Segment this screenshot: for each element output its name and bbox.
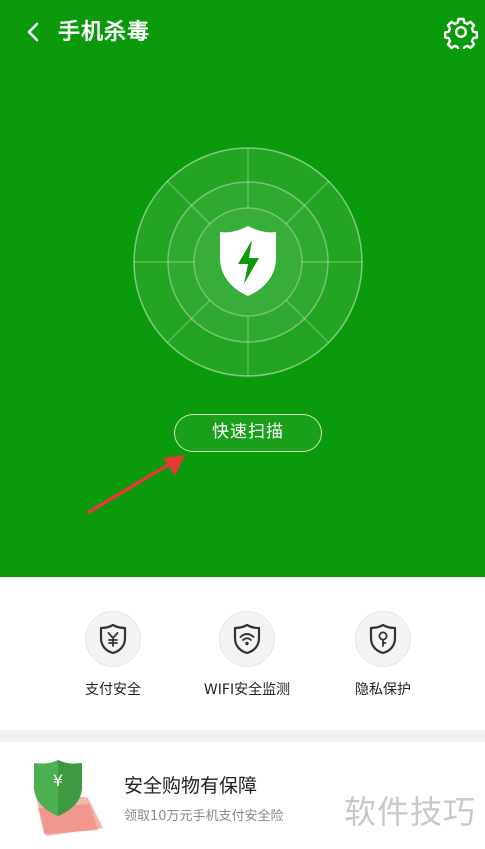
svg-text:¥: ¥ bbox=[53, 771, 63, 790]
feature-label: WIFI安全监测 bbox=[203, 682, 291, 698]
feature-panel: 支付安全 WIFI安全监测 隐私保护 bbox=[0, 577, 485, 730]
hero-panel: 手机杀毒 快速扫描 bbox=[0, 0, 485, 577]
promo-subtitle: 领取10万元手机支付安全险 bbox=[124, 809, 284, 824]
watermark-text: 软件技巧 bbox=[344, 793, 477, 831]
shield-money-illustration: ¥ bbox=[33, 760, 103, 836]
shield-yuan-icon bbox=[99, 623, 127, 655]
feature-icon-circle bbox=[85, 611, 141, 667]
promo-card[interactable]: ¥ 安全购物有保障 领取10万元手机支付安全险 软件技巧 bbox=[0, 742, 485, 849]
red-arrow-annotation bbox=[87, 455, 185, 514]
promo-title: 安全购物有保障 bbox=[124, 775, 258, 797]
feature-icon-circle bbox=[219, 611, 275, 667]
scan-radar bbox=[133, 147, 363, 377]
shield-key-icon bbox=[369, 623, 397, 655]
feature-label: 隐私保护 bbox=[355, 682, 411, 698]
feature-icon-circle bbox=[355, 611, 411, 667]
feature-privacy-protection[interactable]: 隐私保护 bbox=[313, 611, 453, 699]
quick-scan-button[interactable]: 快速扫描 bbox=[174, 414, 322, 452]
shield-wifi-icon bbox=[233, 623, 261, 655]
gear-icon[interactable] bbox=[444, 15, 478, 49]
page-title: 手机杀毒 bbox=[58, 20, 151, 45]
feature-payment-security[interactable]: 支付安全 bbox=[43, 611, 183, 699]
feature-wifi-monitor[interactable]: WIFI安全监测 bbox=[177, 611, 317, 699]
feature-label: 支付安全 bbox=[85, 682, 141, 698]
chevron-left-icon[interactable] bbox=[20, 18, 48, 46]
